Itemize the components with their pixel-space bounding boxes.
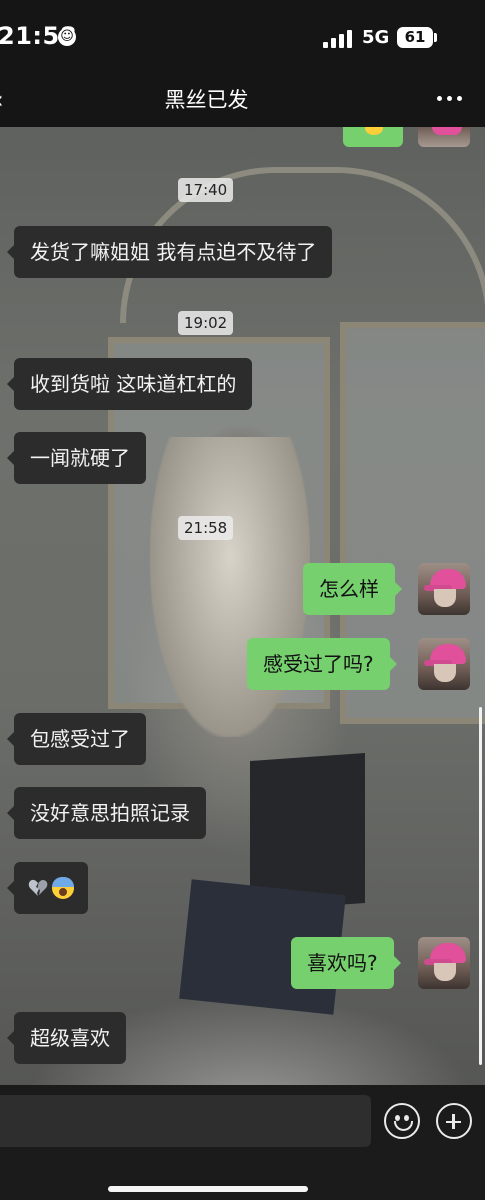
timestamp: 21:58 — [178, 516, 234, 540]
my-avatar[interactable] — [418, 937, 470, 989]
my-avatar[interactable] — [418, 638, 470, 690]
incoming-emoji-message[interactable] — [7, 862, 88, 914]
outgoing-message[interactable]: 感受过了吗? — [247, 638, 397, 690]
outgoing-message[interactable]: 怎么样 — [303, 563, 402, 615]
message-input[interactable] — [0, 1095, 371, 1147]
incoming-message[interactable]: 包感受过了 — [7, 713, 146, 765]
my-avatar[interactable] — [418, 563, 470, 615]
incoming-message[interactable]: 收到货啦 这味道杠杠的 — [6, 358, 253, 410]
partial-outgoing-bubble[interactable] — [343, 127, 403, 147]
incoming-message[interactable]: 超级喜欢 — [7, 1012, 126, 1064]
scroll-indicator[interactable] — [479, 707, 482, 1065]
home-indicator[interactable] — [108, 1186, 308, 1192]
emoji-icon[interactable] — [384, 1103, 420, 1139]
message-list[interactable]: 17:40 发货了嘛姐姐 我有点迫不及待了 19:02 收到货啦 这味道杠杠的 … — [0, 0, 485, 1200]
plus-icon[interactable] — [436, 1103, 472, 1139]
screaming-face-emoji — [52, 877, 74, 899]
incoming-message[interactable]: 发货了嘛姐姐 我有点迫不及待了 — [6, 226, 333, 278]
partial-avatar[interactable] — [418, 127, 470, 147]
timestamp: 17:40 — [178, 178, 234, 202]
outgoing-message[interactable]: 喜欢吗? — [291, 937, 401, 989]
broken-heart-emoji — [28, 879, 48, 896]
input-bar — [0, 1085, 485, 1200]
timestamp: 19:02 — [178, 311, 234, 335]
incoming-message[interactable]: 没好意思拍照记录 — [7, 787, 206, 839]
incoming-message[interactable]: 一闻就硬了 — [7, 432, 146, 484]
